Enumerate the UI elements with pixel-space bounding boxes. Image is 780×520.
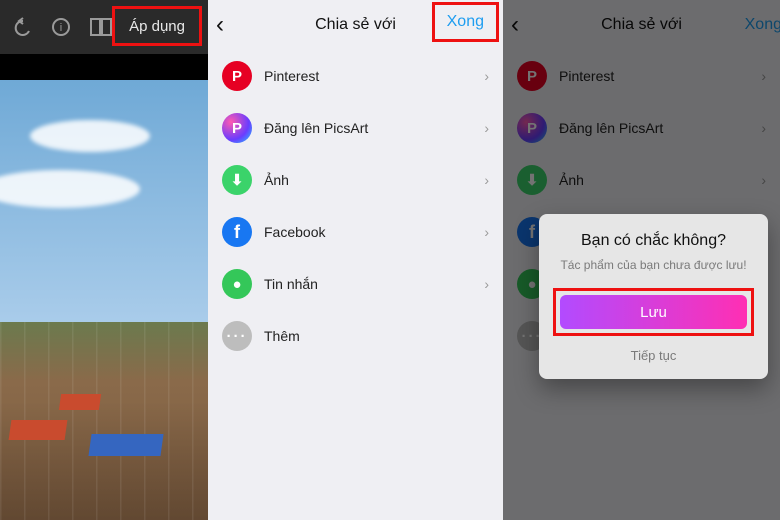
- chevron-right-icon: ›: [484, 172, 489, 188]
- share-row[interactable]: ● Tin nhắn ›: [208, 258, 503, 310]
- app-icon: ···: [222, 321, 252, 351]
- share-row-label: Facebook: [264, 224, 325, 240]
- undo-icon[interactable]: [8, 14, 34, 40]
- svg-text:i: i: [60, 22, 62, 34]
- share-row-label: Ảnh: [264, 172, 289, 188]
- share-row-label: Đăng lên PicsArt: [264, 120, 368, 136]
- share-row[interactable]: f Facebook ›: [208, 206, 503, 258]
- share-panel: ‹ Chia sẻ với Xong P Pinterest › P Đăng lên …: [208, 0, 503, 520]
- continue-button[interactable]: Tiếp tục: [553, 348, 754, 363]
- share-row[interactable]: P Pinterest ›: [208, 50, 503, 102]
- save-label: Lưu: [640, 304, 667, 321]
- share-row[interactable]: P Đăng lên PicsArt ›: [208, 102, 503, 154]
- share-row[interactable]: ··· Thêm: [208, 310, 503, 362]
- save-button[interactable]: Lưu: [560, 295, 747, 329]
- share-row-label: Thêm: [264, 328, 300, 344]
- done-button[interactable]: Xong: [447, 13, 484, 30]
- confirm-dialog: Bạn có chắc không? Tác phẩm của bạn chưa…: [539, 214, 768, 379]
- share-header: ‹ Chia sẻ với Xong: [208, 0, 503, 50]
- share-title: Chia sẻ với: [315, 16, 396, 34]
- app-icon: P: [222, 113, 252, 143]
- share-row[interactable]: ⬇ Ảnh ›: [208, 154, 503, 206]
- chevron-right-icon: ›: [484, 224, 489, 240]
- app-icon: P: [222, 61, 252, 91]
- chevron-right-icon: ›: [484, 120, 489, 136]
- back-button[interactable]: ‹: [216, 0, 224, 50]
- share-row-label: Tin nhắn: [264, 276, 318, 292]
- dialog-subtitle: Tác phẩm của bạn chưa được lưu!: [553, 258, 754, 272]
- apply-label: Áp dụng: [129, 18, 185, 35]
- edited-photo: [0, 80, 208, 520]
- app-icon: ⬇: [222, 165, 252, 195]
- share-row-label: Pinterest: [264, 68, 319, 84]
- chevron-right-icon: ›: [484, 68, 489, 84]
- info-icon[interactable]: i: [48, 14, 74, 40]
- share-list: P Pinterest › P Đăng lên PicsArt › ⬇ Ảnh › f Faceb…: [208, 50, 503, 362]
- dialog-title: Bạn có chắc không?: [553, 232, 754, 250]
- compare-icon[interactable]: [88, 14, 114, 40]
- editor-panel: i Áp dụng: [0, 0, 208, 520]
- app-icon: ●: [222, 269, 252, 299]
- app-icon: f: [222, 217, 252, 247]
- chevron-right-icon: ›: [484, 276, 489, 292]
- share-panel-dimmed: ‹ Chia sẻ với Xong PPinterest›PĐăng lên …: [503, 0, 780, 520]
- apply-button[interactable]: Áp dụng: [112, 6, 202, 46]
